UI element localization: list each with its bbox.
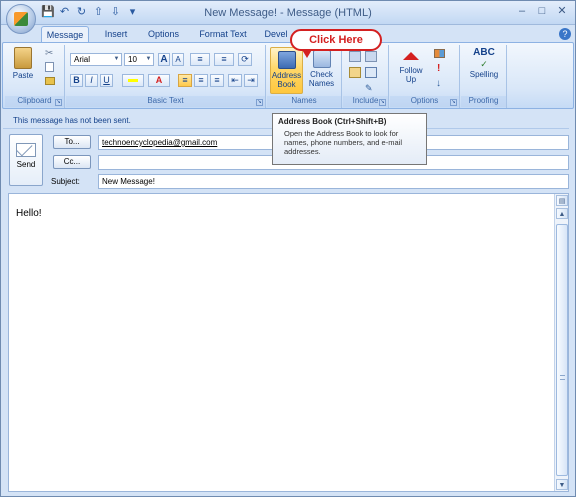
envelope-icon <box>16 143 36 157</box>
attach-file-icon[interactable] <box>349 51 361 62</box>
to-label: To... <box>64 137 80 146</box>
follow-up-label: Follow Up <box>399 66 423 84</box>
group-include: ✎ Include ↘ <box>343 45 389 108</box>
names-group-label: Names <box>267 96 341 107</box>
tooltip-title: Address Book (Ctrl+Shift+B) <box>278 117 387 126</box>
follow-up-button[interactable]: Follow Up <box>394 48 428 84</box>
check-names-label: Check Names <box>308 70 335 88</box>
outlook-message-window: 💾 ↶ ↻ ⇧ ⇩ ▾ New Message! - Message (HTML… <box>0 0 576 497</box>
address-book-button[interactable]: Address Book <box>270 47 303 94</box>
group-clipboard: Paste ✂ Clipboard ↘ <box>5 45 65 108</box>
format-painter-icon[interactable] <box>45 77 55 85</box>
chevron-down-icon: ▼ <box>145 56 152 62</box>
spelling-button[interactable]: ABC ✓ Spelling <box>465 48 503 80</box>
decrease-indent-icon[interactable]: ⇤ <box>228 74 242 87</box>
low-importance-icon[interactable]: ↓ <box>436 78 441 89</box>
office-logo-icon <box>14 12 28 26</box>
cc-label: Cc... <box>63 157 81 166</box>
basic-text-launcher-icon[interactable]: ↘ <box>256 99 263 106</box>
tooltip-description: Open the Address Book to look for names,… <box>284 129 402 156</box>
align-left-icon[interactable]: ≡ <box>178 74 192 87</box>
spelling-label: Spelling <box>469 70 499 79</box>
click-here-callout: Click Here <box>290 29 382 51</box>
business-card-icon[interactable] <box>349 67 361 78</box>
font-name-select[interactable]: Arial ▼ <box>70 53 122 66</box>
window-controls: – □ ✕ <box>513 4 571 20</box>
cut-icon[interactable]: ✂ <box>45 48 53 59</box>
to-button[interactable]: To... <box>53 135 91 149</box>
bold-button[interactable]: B <box>70 74 83 87</box>
tab-format-text[interactable]: Format Text <box>194 26 252 42</box>
clear-formatting-icon[interactable]: ⟳ <box>238 53 252 66</box>
vertical-scrollbar[interactable]: ▤ ▲ ▼ <box>554 194 568 491</box>
office-button[interactable] <box>6 4 36 34</box>
italic-button[interactable]: I <box>85 74 98 87</box>
group-proofing: ABC ✓ Spelling Proofing <box>461 45 507 108</box>
address-book-label: Address Book <box>271 71 302 89</box>
high-importance-icon[interactable]: ! <box>437 63 440 74</box>
align-right-icon[interactable]: ≡ <box>210 74 224 87</box>
window-title: New Message! - Message (HTML) <box>204 7 372 19</box>
ribbon: Paste ✂ Clipboard ↘ Arial ▼ 10 ▼ A A ≡ ≡… <box>2 42 574 109</box>
tab-message[interactable]: Message <box>41 26 89 42</box>
copy-icon[interactable] <box>45 62 54 72</box>
increase-indent-icon[interactable]: ⇥ <box>244 74 258 87</box>
font-size-select[interactable]: 10 ▼ <box>124 53 154 66</box>
minimize-button[interactable]: – <box>513 4 531 20</box>
send-label: Send <box>16 160 36 169</box>
font-size-value: 10 <box>128 55 137 64</box>
bullets-icon[interactable]: ≡ <box>190 53 210 66</box>
scroll-up-icon[interactable]: ▲ <box>556 208 568 219</box>
close-button[interactable]: ✕ <box>553 4 571 20</box>
include-launcher-icon[interactable]: ↘ <box>379 99 386 106</box>
grow-font-button[interactable]: A <box>158 53 170 66</box>
address-book-tooltip: Address Book (Ctrl+Shift+B) Open the Add… <box>272 113 427 165</box>
font-name-value: Arial <box>74 55 91 64</box>
title-bar: 💾 ↶ ↻ ⇧ ⇩ ▾ New Message! - Message (HTML… <box>1 1 575 25</box>
maximize-button[interactable]: □ <box>533 4 551 20</box>
to-recipient: technoencyclopedia@gmail.com <box>102 138 218 147</box>
categorize-icon[interactable] <box>434 49 445 58</box>
subject-field[interactable]: New Message! <box>98 174 569 189</box>
flag-icon <box>403 52 419 60</box>
spelling-check-icon: ✓ <box>480 59 488 69</box>
scroll-down-icon[interactable]: ▼ <box>556 479 568 490</box>
clipboard-launcher-icon[interactable]: ↘ <box>55 99 62 106</box>
group-options: Follow Up ! ↓ Options ↘ <box>390 45 460 108</box>
help-icon[interactable]: ? <box>559 28 571 40</box>
font-color-icon[interactable]: A <box>148 74 170 87</box>
underline-button[interactable]: U <box>100 74 113 87</box>
shrink-font-button[interactable]: A <box>172 53 184 66</box>
align-center-icon[interactable]: ≡ <box>194 74 208 87</box>
check-names-icon <box>312 50 331 68</box>
options-group-label: Options <box>390 96 459 107</box>
paste-label: Paste <box>12 71 34 80</box>
address-book-icon <box>277 51 296 69</box>
tab-options[interactable]: Options <box>141 26 186 42</box>
tab-developer[interactable]: Devel <box>261 26 291 42</box>
send-button[interactable]: Send <box>9 134 43 186</box>
chevron-down-icon: ▼ <box>113 56 120 62</box>
scroll-thumb[interactable] <box>556 224 568 476</box>
basic-text-group-label: Basic Text <box>66 96 265 107</box>
proofing-group-label: Proofing <box>461 96 506 107</box>
options-launcher-icon[interactable]: ↘ <box>450 99 457 106</box>
ruler-toggle-icon[interactable]: ▤ <box>556 195 568 206</box>
message-body[interactable]: Hello! ▤ ▲ ▼ <box>8 193 569 492</box>
ribbon-tabs: Message Insert Options Format Text Devel… <box>1 25 575 42</box>
signature-icon[interactable]: ✎ <box>365 83 373 94</box>
scroll-grip-icon <box>560 375 565 380</box>
tab-insert[interactable]: Insert <box>96 26 136 42</box>
paste-icon <box>14 47 32 69</box>
attach-item-icon[interactable] <box>365 51 377 62</box>
subject-label: Subject: <box>51 177 80 186</box>
numbering-icon[interactable]: ≡ <box>214 53 234 66</box>
cc-button[interactable]: Cc... <box>53 155 91 169</box>
body-text: Hello! <box>16 208 42 219</box>
calendar-icon[interactable] <box>365 67 377 78</box>
paste-button[interactable]: Paste <box>9 47 37 80</box>
group-basic-text: Arial ▼ 10 ▼ A A ≡ ≡ ⟳ B I U A ≡ ≡ ≡ ⇤ ⇥… <box>66 45 266 108</box>
highlight-icon[interactable] <box>122 74 144 87</box>
